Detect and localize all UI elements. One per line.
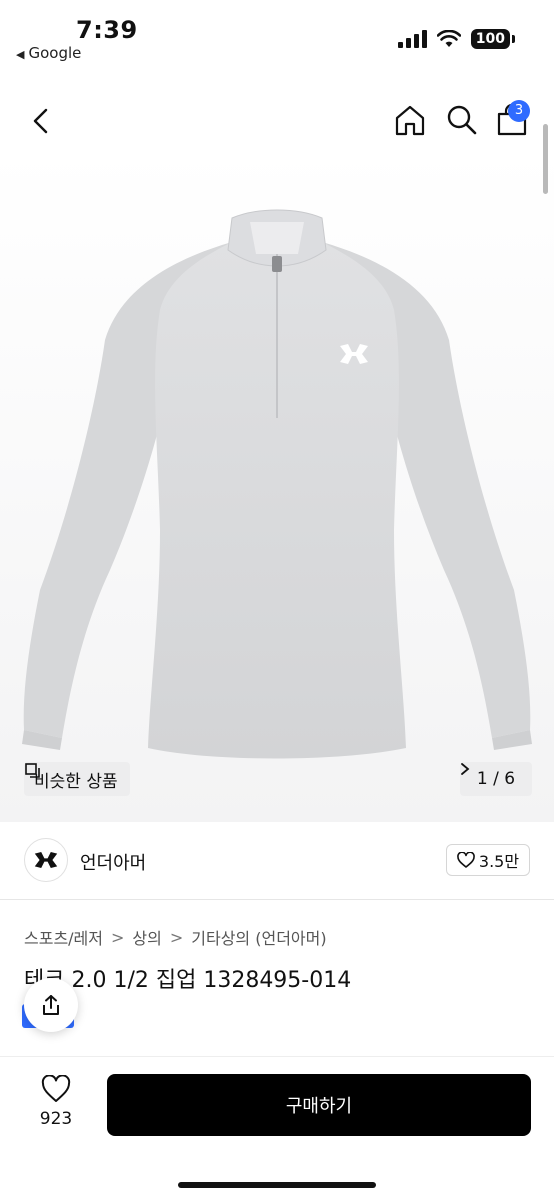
wishlist-button[interactable]: 923 xyxy=(26,1074,86,1129)
cart-count-badge: 3 xyxy=(508,100,530,122)
image-page-indicator[interactable]: 1 / 6 xyxy=(460,762,532,796)
scrollbar[interactable] xyxy=(543,124,548,194)
chevron-right-icon xyxy=(461,763,470,775)
bottom-action-bar: 923 구매하기 xyxy=(0,1056,554,1200)
chevron-right-icon: > xyxy=(111,927,125,947)
heart-icon xyxy=(41,1074,71,1102)
breadcrumb-item[interactable]: 스포츠/레저 xyxy=(24,925,103,949)
category-breadcrumb: 스포츠/레저 > 상의 > 기타상의 (언더아머) xyxy=(24,925,327,949)
back-to-app-link[interactable]: ◀ Google xyxy=(16,44,81,62)
chevron-right-icon: > xyxy=(169,927,184,947)
brand-row[interactable]: 언더아머 3.5만 xyxy=(0,822,554,900)
wishlist-count: 923 xyxy=(39,1109,73,1129)
status-time: 7:39 xyxy=(76,16,138,44)
buy-button[interactable]: 구매하기 xyxy=(107,1074,531,1136)
breadcrumb-item[interactable]: 기타상의 (언더아머) xyxy=(191,925,326,949)
brand-like-count: 3.5만 xyxy=(478,852,520,871)
back-triangle-icon: ◀ xyxy=(16,48,25,61)
back-app-label: Google xyxy=(28,44,82,62)
product-shirt-image xyxy=(22,209,532,759)
page-indicator-text: 1 / 6 xyxy=(476,769,516,789)
copy-icon xyxy=(25,763,40,778)
home-indicator xyxy=(178,1182,376,1188)
similar-products-label: 비슷한 상품 xyxy=(34,771,118,792)
home-icon[interactable] xyxy=(392,102,428,138)
share-icon xyxy=(43,995,59,1015)
product-image-gallery[interactable]: 비슷한 상품 1 / 6 xyxy=(0,150,554,822)
top-nav xyxy=(0,92,554,150)
brand-like-button[interactable]: 3.5만 xyxy=(446,844,530,876)
brand-name[interactable]: 언더아머 xyxy=(80,849,146,875)
search-icon[interactable] xyxy=(444,102,480,138)
breadcrumb-item[interactable]: 상의 xyxy=(132,925,161,949)
brand-logo[interactable] xyxy=(24,838,68,882)
share-button[interactable] xyxy=(24,978,78,1032)
status-icons: 100 xyxy=(397,29,516,49)
chevron-left-icon[interactable] xyxy=(26,104,56,138)
cellular-signal-icon xyxy=(397,30,427,48)
status-bar: 7:39 ◀ Google 100 xyxy=(0,0,554,66)
wifi-icon xyxy=(436,30,461,47)
similar-products-button[interactable]: 비슷한 상품 xyxy=(24,762,130,796)
under-armour-logo-icon xyxy=(34,852,58,868)
heart-icon xyxy=(457,852,475,868)
battery-indicator: 100 xyxy=(470,29,516,49)
